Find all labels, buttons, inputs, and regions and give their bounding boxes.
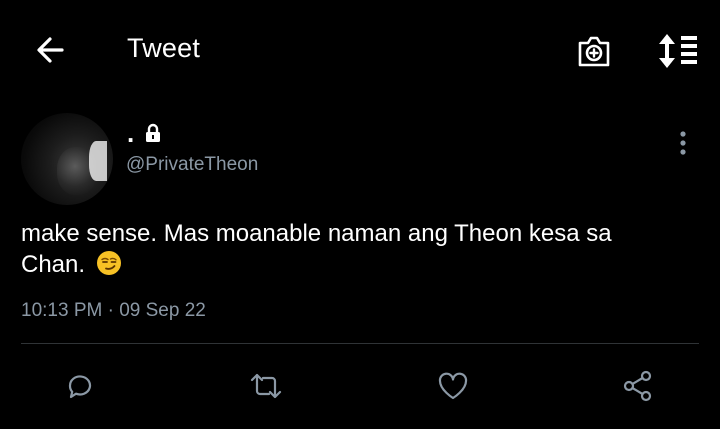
retweet-button[interactable] xyxy=(246,366,286,406)
divider xyxy=(21,343,699,344)
reply-button[interactable] xyxy=(60,366,100,406)
share-icon xyxy=(623,370,652,402)
author-name-row: . xyxy=(127,118,162,148)
avatar[interactable] xyxy=(21,113,113,205)
camera-icon xyxy=(578,36,610,67)
author-handle[interactable]: @PrivateTheon xyxy=(126,154,258,176)
like-button[interactable] xyxy=(433,366,473,406)
reply-icon xyxy=(68,375,92,399)
tweet-text: make sense. Mas moanable naman ang Theon… xyxy=(21,218,681,280)
camera-button[interactable] xyxy=(574,31,614,71)
sort-button[interactable] xyxy=(654,31,700,71)
like-icon xyxy=(438,372,468,400)
author-name[interactable]: . xyxy=(127,120,134,146)
sort-icon xyxy=(659,34,697,68)
retweet-icon xyxy=(250,373,282,399)
tweet-timestamp[interactable]: 10:13 PM · 09 Sep 22 xyxy=(21,300,206,322)
lock-icon xyxy=(146,123,161,142)
top-app-bar: Tweet xyxy=(0,0,720,100)
smirking-face-emoji-icon xyxy=(96,251,121,275)
back-arrow-icon xyxy=(37,37,64,63)
more-options-button[interactable] xyxy=(670,128,696,158)
share-button[interactable] xyxy=(618,366,658,406)
back-button[interactable] xyxy=(30,30,70,70)
page-title: Tweet xyxy=(127,33,201,63)
avatar-highlight xyxy=(89,141,107,181)
more-vertical-icon xyxy=(680,131,686,155)
